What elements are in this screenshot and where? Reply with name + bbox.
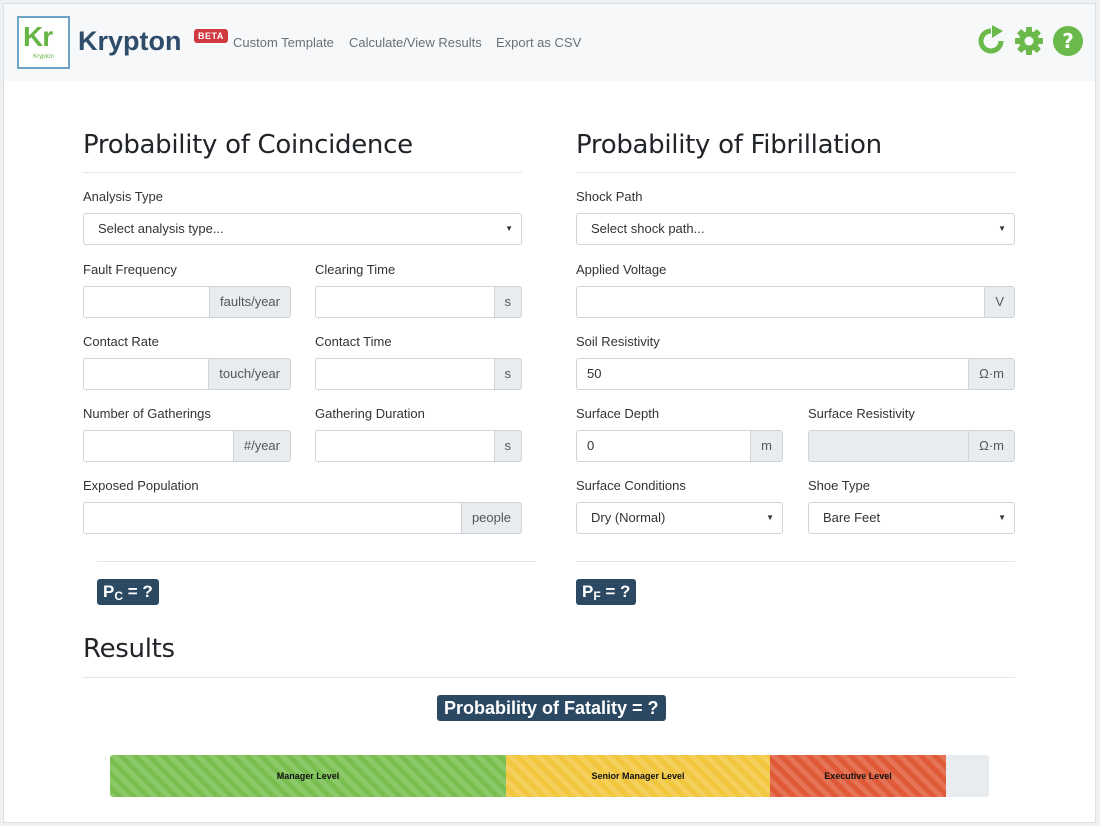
nav-calculate-view-results[interactable]: Calculate/View Results	[349, 35, 482, 51]
shoe-type-select[interactable]: Bare Feet ▼	[808, 502, 1015, 534]
gear-icon[interactable]	[1013, 25, 1045, 57]
applied-voltage-label: Applied Voltage	[576, 262, 667, 277]
clearing-time-group: s	[315, 286, 522, 318]
pf-value: = ?	[600, 582, 631, 601]
coincidence-result-divider	[97, 561, 536, 562]
fibrillation-result-divider	[576, 561, 1015, 562]
surface-conditions-value: Dry (Normal)	[591, 510, 666, 525]
fibrillation-title: Probability of Fibrillation	[576, 130, 882, 160]
analysis-type-select[interactable]: Select analysis type... ▼	[83, 213, 522, 245]
surface-resistivity-group: Ω·m	[808, 430, 1015, 462]
coincidence-title: Probability of Coincidence	[83, 130, 413, 160]
fault-frequency-group: faults/year	[83, 286, 291, 318]
soil-resistivity-label: Soil Resistivity	[576, 334, 660, 349]
pc-value: = ?	[123, 582, 153, 601]
shoe-type-label: Shoe Type	[808, 478, 870, 493]
contact-rate-unit: touch/year	[208, 358, 291, 390]
exposed-population-group: people	[83, 502, 522, 534]
nav-custom-template[interactable]: Custom Template	[233, 35, 334, 51]
contact-time-label: Contact Time	[315, 334, 392, 349]
surface-conditions-select[interactable]: Dry (Normal) ▼	[576, 502, 783, 534]
navbar: Kr Krypton Krypton BETA Custom Template …	[4, 4, 1095, 81]
pc-prefix: P	[103, 582, 115, 601]
gathering-duration-unit: s	[493, 430, 522, 462]
nav-export-csv[interactable]: Export as CSV	[496, 35, 581, 51]
number-of-gatherings-input[interactable]	[83, 430, 233, 462]
fault-frequency-unit: faults/year	[209, 286, 291, 318]
coincidence-divider	[83, 172, 522, 173]
chevron-down-icon: ▼	[998, 513, 1006, 522]
exposed-population-unit: people	[460, 502, 522, 534]
exposed-population-label: Exposed Population	[83, 478, 199, 493]
chevron-down-icon: ▼	[505, 224, 513, 233]
pf-prefix: P	[582, 582, 594, 601]
app-frame: Kr Krypton Krypton BETA Custom Template …	[3, 3, 1096, 823]
risk-segment-label: Manager Level	[276, 771, 340, 781]
surface-depth-label: Surface Depth	[576, 406, 660, 421]
shock-path-value: Select shock path...	[591, 221, 705, 236]
pf-result-badge: PF = ?	[576, 579, 637, 605]
svg-text:?: ?	[1062, 29, 1074, 53]
fibrillation-divider	[576, 172, 1015, 173]
chevron-down-icon: ▼	[998, 224, 1006, 233]
number-of-gatherings-unit: #/year	[232, 430, 291, 462]
number-of-gatherings-group: #/year	[83, 430, 291, 462]
shock-path-select[interactable]: Select shock path... ▼	[576, 213, 1015, 245]
surface-conditions-label: Surface Conditions	[576, 478, 686, 493]
shoe-type-value: Bare Feet	[823, 510, 881, 525]
brand-name[interactable]: Krypton	[78, 24, 182, 58]
logo-symbol: Kr	[23, 21, 53, 52]
pf-subscript: F	[593, 589, 601, 603]
clearing-time-unit: s	[493, 286, 522, 318]
applied-voltage-group: V	[576, 286, 1015, 318]
risk-segment-executive: Executive Level	[770, 755, 946, 797]
number-of-gatherings-label: Number of Gatherings	[83, 406, 211, 421]
applied-voltage-input[interactable]	[576, 286, 985, 318]
logo-caption: Krypton	[33, 54, 54, 60]
clearing-time-input[interactable]	[315, 286, 494, 318]
analysis-type-label: Analysis Type	[83, 189, 163, 204]
gathering-duration-label: Gathering Duration	[315, 406, 425, 421]
risk-level-bar: Manager Level Senior Manager Level Execu…	[110, 755, 989, 797]
risk-segment-label: Senior Manager Level	[591, 771, 685, 781]
pc-subscript: C	[114, 589, 124, 603]
results-title: Results	[83, 634, 175, 664]
surface-resistivity-input	[808, 430, 969, 462]
surface-resistivity-label: Surface Resistivity	[808, 406, 915, 421]
soil-resistivity-input[interactable]: 50	[576, 358, 969, 390]
results-divider	[83, 677, 1015, 678]
contact-time-unit: s	[493, 358, 522, 390]
surface-depth-unit: m	[750, 430, 783, 462]
fatality-badge: Probability of Fatality = ?	[437, 695, 666, 721]
clearing-time-label: Clearing Time	[315, 262, 396, 277]
gathering-duration-input[interactable]	[315, 430, 494, 462]
contact-rate-input[interactable]	[83, 358, 209, 390]
pc-result-badge: PC = ?	[97, 579, 159, 605]
soil-resistivity-group: 50 Ω·m	[576, 358, 1015, 390]
contact-time-group: s	[315, 358, 522, 390]
exposed-population-input[interactable]	[83, 502, 461, 534]
shock-path-label: Shock Path	[576, 189, 643, 204]
risk-segment-manager: Manager Level	[110, 755, 506, 797]
contact-time-input[interactable]	[315, 358, 494, 390]
beta-badge: BETA	[194, 29, 228, 43]
fault-frequency-input[interactable]	[83, 286, 210, 318]
analysis-type-value: Select analysis type...	[98, 221, 224, 236]
surface-depth-input[interactable]: 0	[576, 430, 751, 462]
gathering-duration-group: s	[315, 430, 522, 462]
surface-resistivity-unit: Ω·m	[968, 430, 1015, 462]
help-icon[interactable]: ?	[1052, 25, 1084, 57]
soil-resistivity-unit: Ω·m	[968, 358, 1015, 390]
fault-frequency-label: Fault Frequency	[83, 262, 177, 277]
risk-segment-label: Executive Level	[824, 771, 892, 781]
applied-voltage-unit: V	[984, 286, 1015, 318]
surface-depth-group: 0 m	[576, 430, 783, 462]
refresh-icon[interactable]	[975, 25, 1007, 57]
contact-rate-label: Contact Rate	[83, 334, 159, 349]
app-logo[interactable]: Kr Krypton	[17, 16, 70, 69]
contact-rate-group: touch/year	[83, 358, 291, 390]
chevron-down-icon: ▼	[766, 513, 774, 522]
risk-segment-senior-manager: Senior Manager Level	[506, 755, 770, 797]
